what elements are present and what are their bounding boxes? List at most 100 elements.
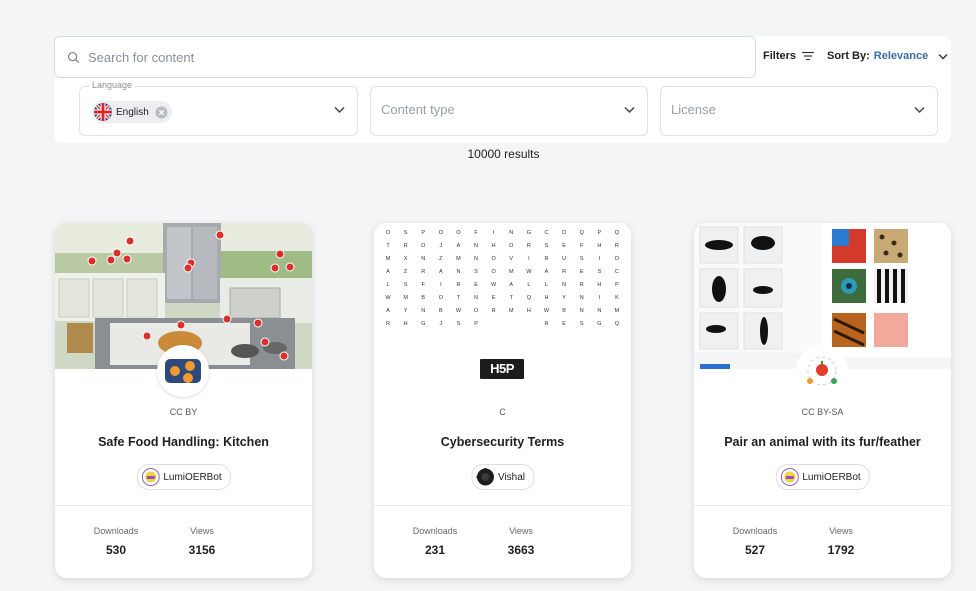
author-avatar	[780, 468, 799, 486]
wordsearch-thumbnail: OSPOOFINGCDQPQ TROJANHORSEFHR MXNZMNOVIR…	[374, 223, 631, 369]
wordsearch-letter: Q	[614, 320, 620, 327]
wordsearch-letter: O	[491, 255, 496, 262]
content-card[interactable]: CC BY-SA Pair an animal with its fur/fea…	[694, 223, 951, 578]
author-avatar	[141, 468, 160, 486]
wordsearch-letter: N	[579, 307, 584, 314]
views-label: Views	[829, 526, 853, 536]
card-title[interactable]: Cybersecurity Terms	[374, 435, 631, 449]
wordsearch-letter: D	[562, 229, 567, 236]
wordsearch-letter: T	[386, 242, 390, 249]
wordsearch-letter: B	[421, 294, 426, 301]
wordsearch-letter: E	[474, 281, 478, 288]
sort-label: Sort By:	[827, 50, 870, 62]
author-chip[interactable]: Vishal	[470, 464, 535, 490]
wordsearch-letter: P	[597, 229, 602, 236]
views-label: Views	[509, 526, 533, 536]
wordsearch-letter: R	[579, 281, 584, 288]
wordsearch-letter: A	[509, 281, 514, 288]
filters-label: Filters	[763, 50, 797, 62]
wordsearch-letter: B	[562, 307, 566, 314]
wordsearch-letter: N	[597, 307, 602, 314]
wordsearch-letter: G	[421, 320, 426, 327]
wordsearch-letter: N	[421, 307, 426, 314]
wordsearch-letter: E	[562, 320, 566, 327]
wordsearch-row: LSFIREWALLNRHP	[374, 278, 631, 291]
wordsearch-letter: S	[544, 242, 549, 249]
wordsearch-letter: S	[597, 268, 602, 275]
wordsearch-letter: F	[474, 229, 478, 236]
wordsearch-letter: O	[473, 307, 479, 314]
wordsearch-letter: W	[491, 281, 497, 288]
filters-button[interactable]: Filters	[763, 50, 815, 62]
wordsearch-letter: N	[509, 229, 514, 236]
wordsearch-letter: S	[579, 320, 584, 327]
h5p-logo: H5P	[480, 359, 524, 379]
wordsearch-row: OSPOOFINGCDQPQ	[374, 226, 631, 239]
wordsearch-letter: R	[544, 255, 549, 262]
filter-panel: Filters Sort By: Relevance	[54, 36, 951, 143]
wordsearch-letter: F	[580, 242, 584, 249]
author-name: LumiOERBot	[163, 471, 222, 483]
wordsearch-letter: S	[403, 281, 408, 288]
language-dropdown[interactable]: English	[79, 86, 358, 136]
sort-dropdown[interactable]: Sort By: Relevance	[827, 50, 948, 62]
wordsearch-row: RHGJSPRESGQ	[374, 317, 631, 330]
wordsearch-letter: L	[527, 281, 531, 288]
wordsearch-letter: Q	[526, 294, 532, 301]
views-label: Views	[190, 526, 214, 536]
wordsearch-letter: T	[456, 294, 461, 301]
wordsearch-letter: K	[615, 294, 619, 301]
wordsearch-letter: B	[438, 307, 443, 314]
author-chip[interactable]: LumiOERBot	[775, 464, 870, 490]
wordsearch-letter: A	[386, 268, 390, 275]
wordsearch-letter: H	[491, 242, 496, 249]
wordsearch-letter: M	[403, 294, 408, 301]
wordsearch-row: WMBOTNETQHYNIK	[374, 291, 631, 304]
divider	[374, 505, 631, 506]
wordsearch-letter: R	[526, 242, 531, 249]
wordsearch-letter: G	[526, 229, 532, 236]
wordsearch-letter: O	[438, 294, 443, 301]
wordsearch-letter: F	[421, 281, 425, 288]
wordsearch-letter: A	[438, 268, 443, 275]
wordsearch-letter: E	[562, 242, 566, 249]
content-type-dropdown[interactable]: Content type	[370, 86, 648, 136]
wordsearch-letter: M	[456, 255, 461, 262]
search-input[interactable]	[86, 48, 690, 66]
wordsearch-letter: O	[509, 242, 514, 249]
chevron-down-icon	[938, 53, 948, 59]
results-count: 10000 results	[467, 147, 540, 161]
wordsearch-letter: H	[403, 320, 408, 327]
author-name: LumiOERBot	[802, 471, 861, 483]
wordsearch-letter: H	[597, 242, 602, 249]
card-title[interactable]: Pair an animal with its fur/feather	[694, 435, 951, 449]
author-avatar	[475, 468, 494, 486]
wordsearch-letter: V	[509, 255, 514, 262]
views-count: 3156	[188, 543, 216, 557]
wordsearch-letter: I	[598, 294, 601, 301]
wordsearch-letter: N	[562, 281, 567, 288]
wordsearch-letter: O	[385, 229, 391, 236]
license-text: CC BY-SA	[801, 407, 844, 417]
license-dropdown[interactable]: License	[660, 86, 938, 136]
downloads-label: Downloads	[93, 526, 139, 536]
wordsearch-letter: O	[456, 229, 461, 236]
content-card[interactable]: CC BY Safe Food Handling: Kitchen LumiOE…	[55, 223, 312, 578]
remove-chip-icon[interactable]	[155, 106, 168, 119]
wordsearch-letter: A	[386, 307, 390, 314]
wordsearch-letter: N	[474, 255, 479, 262]
license-text: CC BY	[169, 407, 198, 417]
wordsearch-row: AYNBWORMHWBNNM	[374, 304, 631, 317]
wordsearch-letter: W	[455, 307, 462, 314]
content-card[interactable]: OSPOOFINGCDQPQ TROJANHORSEFHR MXNZMNOVIR…	[374, 223, 631, 578]
views-count: 1792	[827, 543, 855, 557]
wordsearch-letter: E	[579, 268, 584, 275]
author-chip[interactable]: LumiOERBot	[136, 464, 231, 490]
search-bar[interactable]	[54, 36, 756, 78]
license-text: C	[499, 407, 506, 417]
wordsearch-letter: N	[579, 294, 584, 301]
wordsearch-letter: T	[509, 294, 513, 301]
content-type-avatar	[796, 345, 848, 397]
card-title[interactable]: Safe Food Handling: Kitchen	[55, 435, 312, 449]
wordsearch-letter: I	[440, 281, 442, 288]
